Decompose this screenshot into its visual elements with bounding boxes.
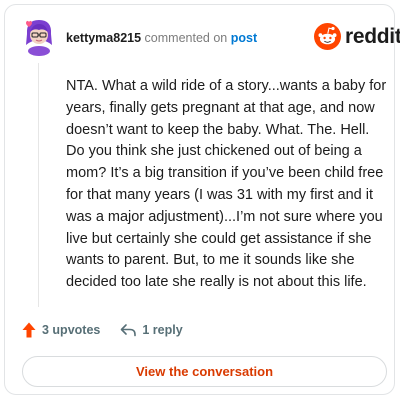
reply-count: 1 reply (142, 323, 183, 337)
view-conversation-button[interactable]: View the conversation (22, 356, 387, 387)
comment-card: kettyma8215 commented on post reddit NTA… (4, 4, 400, 395)
upvote-arrow-icon (22, 322, 36, 338)
view-conversation-label: View the conversation (135, 364, 274, 379)
user-avatar[interactable] (22, 18, 56, 56)
upvote-button[interactable]: 3 upvotes (22, 322, 100, 338)
avatar-icon (26, 20, 52, 56)
reddit-wordmark: reddit (345, 24, 400, 48)
reddit-logo[interactable]: reddit (314, 23, 400, 50)
reddit-snoo-icon (314, 23, 341, 50)
comment-header: kettyma8215 commented on post (66, 30, 257, 46)
comment-actions: 3 upvotes 1 reply (22, 322, 183, 338)
username-link[interactable]: kettyma8215 (66, 31, 141, 45)
upvote-count: 3 upvotes (42, 323, 101, 337)
comment-body: NTA. What a wild ride of a story...wants… (66, 78, 387, 291)
reply-arrow-icon (121, 324, 137, 337)
action-text: commented on (144, 31, 228, 45)
reply-button[interactable]: 1 reply (120, 323, 183, 337)
post-link[interactable]: post (231, 31, 257, 45)
thread-line (38, 63, 39, 307)
